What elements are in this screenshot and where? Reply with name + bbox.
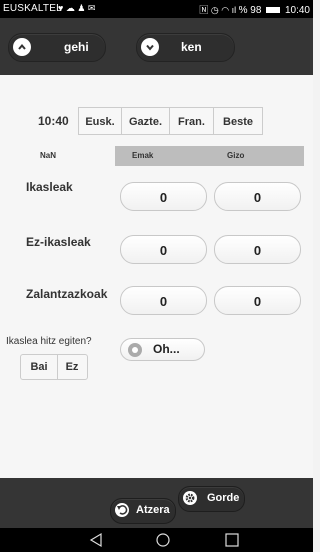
speaker-select-label: Oh... xyxy=(153,342,180,356)
row-label-zalantzazkoak: Zalantzazkoak xyxy=(26,287,108,301)
gehi-button[interactable]: gehi xyxy=(8,33,106,62)
table-header: NaN Emak Gizo xyxy=(18,146,304,166)
back-arrow-icon xyxy=(115,503,129,517)
chevron-up-icon xyxy=(13,38,31,56)
header-bar: gehi ken xyxy=(0,18,313,75)
lang-beste-button[interactable]: Beste xyxy=(213,107,263,135)
header-gizo: Gizo xyxy=(227,151,245,160)
save-button[interactable]: Gorde xyxy=(178,486,245,512)
gear-icon xyxy=(183,491,197,505)
lang-eusk-button[interactable]: Eusk. xyxy=(78,107,122,135)
back-button[interactable]: Atzera xyxy=(110,498,176,524)
lang-fran-button[interactable]: Fran. xyxy=(169,107,214,135)
table-header-first-cell xyxy=(18,146,115,166)
speaker-select-button[interactable]: Oh... xyxy=(120,338,205,361)
status-bar: EUSKALTEL ♥ ☁ ♟ ✉ 🄽 ◷ ◠ ıl % 98 10:40 xyxy=(0,0,313,18)
ikasleak-emak-field[interactable]: 0 xyxy=(120,182,207,211)
question-label: Ikaslea hitz egiten? xyxy=(6,336,92,347)
nav-recents-icon xyxy=(225,533,239,547)
battery-icon xyxy=(266,7,281,14)
nav-back-icon xyxy=(89,532,102,548)
carrier-label: EUSKALTEL xyxy=(3,3,62,14)
status-right: 🄽 ◷ ◠ ıl % 98 10:40 xyxy=(199,3,310,16)
row-label-ez-ikasleak: Ez-ikasleak xyxy=(26,235,91,249)
nav-home-icon xyxy=(156,533,170,547)
ikasleak-gizo-field[interactable]: 0 xyxy=(214,182,301,211)
ken-label: ken xyxy=(181,40,202,54)
time-text: 10:40 xyxy=(38,114,69,128)
ez-ikasleak-emak-field[interactable]: 0 xyxy=(120,235,207,264)
save-label: Gorde xyxy=(207,492,240,504)
battery-percent: % 98 xyxy=(238,5,262,16)
zalantzazkoak-emak-field[interactable]: 0 xyxy=(120,286,207,315)
notification-icons: ♥ ☁ ♟ ✉ xyxy=(58,3,96,13)
footer-bar: Atzera Gorde xyxy=(0,478,313,528)
gear-icon xyxy=(128,343,142,357)
clock: 10:40 xyxy=(284,5,310,16)
system-icons: 🄽 ◷ ◠ ıl xyxy=(199,5,239,15)
row-label-ikasleak: Ikasleak xyxy=(26,180,73,194)
header-nan: NaN xyxy=(40,151,57,160)
back-label: Atzera xyxy=(136,504,170,516)
yes-no-toggle: Bai Ez xyxy=(20,354,88,380)
no-button[interactable]: Ez xyxy=(57,355,87,379)
zalantzazkoak-gizo-field[interactable]: 0 xyxy=(214,286,301,315)
ez-ikasleak-gizo-field[interactable]: 0 xyxy=(214,235,301,264)
header-emak: Emak xyxy=(132,151,154,160)
lang-gazte-button[interactable]: Gazte. xyxy=(121,107,170,135)
gehi-label: gehi xyxy=(64,40,89,54)
ken-button[interactable]: ken xyxy=(136,33,235,62)
chevron-down-icon xyxy=(141,38,159,56)
yes-button[interactable]: Bai xyxy=(21,355,58,379)
system-nav-bar xyxy=(0,528,313,552)
